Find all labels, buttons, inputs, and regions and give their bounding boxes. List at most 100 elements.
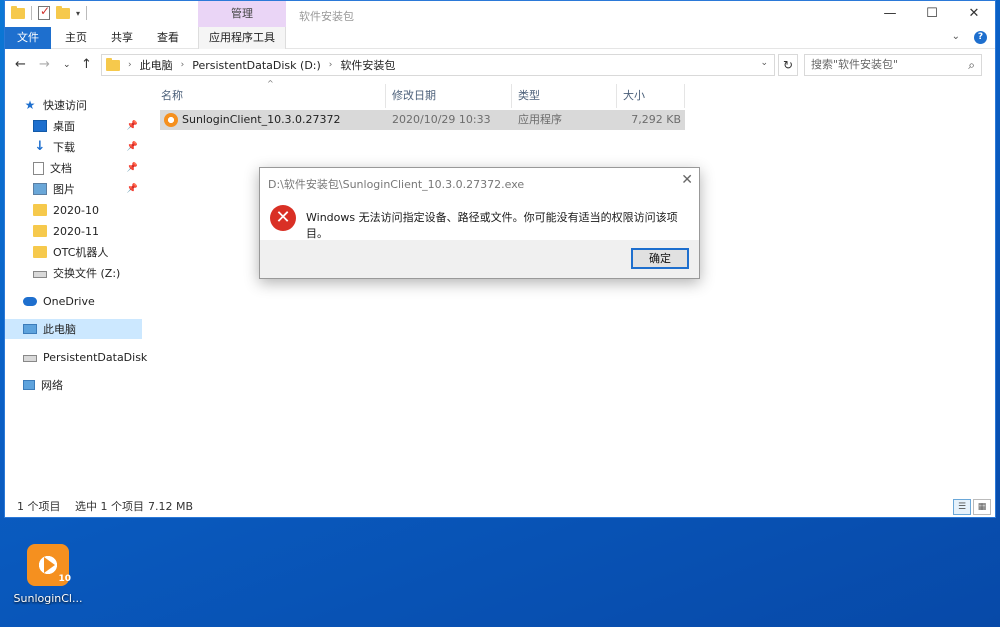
nav-label: 此电脑 [43,323,76,336]
minimize-button[interactable]: — [869,1,911,27]
address-dropdown-icon[interactable]: ⌄ [760,58,768,68]
column-header-type[interactable]: 类型 [512,84,617,108]
error-icon: ✕ [270,205,296,231]
tab-file[interactable]: 文件 [5,27,51,49]
pin-icon: 📌 [126,163,138,173]
chevron-right-icon: › [128,60,132,70]
tab-application-tools[interactable]: 应用程序工具 [198,27,286,49]
pictures-icon [33,183,47,195]
help-icon[interactable]: ? [974,31,987,44]
customize-toolbar-icon[interactable]: ▾ [76,9,80,18]
folder-icon[interactable] [11,5,25,19]
folder-icon [33,246,47,258]
status-selected: 选中 1 个项目 [75,500,144,513]
nav-item-otc-robot[interactable]: OTC机器人 [5,242,142,262]
ribbon-tabs: 文件 主页 共享 查看 应用程序工具 ⌄ ? [5,27,995,49]
desktop-icon [33,120,47,132]
document-icon [33,161,44,175]
chevron-right-icon: › [328,60,333,70]
forward-arrow-icon[interactable]: → [39,57,50,72]
tab-share[interactable]: 共享 [101,27,143,49]
nav-item-desktop[interactable]: 桌面 📌 [5,116,142,136]
properties-icon[interactable] [38,4,50,20]
address-row: ← → ⌄ ↑ › 此电脑 › PersistentDataDisk (D:) … [5,53,995,79]
nav-onedrive[interactable]: OneDrive [5,291,142,311]
nav-item-downloads[interactable]: ↓ 下载 📌 [5,137,142,157]
close-button[interactable]: ✕ [953,1,995,27]
ok-button[interactable]: 确定 [631,248,689,269]
dialog-footer: 确定 [260,240,699,278]
folder-icon [33,204,47,216]
sunlogin-file-icon [164,113,178,127]
view-toggle: ☰ ▦ [953,499,991,515]
window-controls: — ☐ ✕ [869,1,995,27]
nav-label: OTC机器人 [53,246,109,259]
toolbar-separator [31,6,32,20]
address-bar[interactable]: › 此电脑 › PersistentDataDisk (D:) › 软件安装包 … [101,54,775,76]
download-icon: ↓ [34,139,46,154]
new-folder-icon[interactable] [56,5,70,19]
file-date: 2020/10/29 10:33 [392,113,491,126]
expand-ribbon-icon[interactable]: ⌄ [952,31,960,44]
folder-icon [33,225,47,237]
search-placeholder: 搜索"软件安装包" [811,58,899,71]
breadcrumb-folder[interactable]: 软件安装包 [340,57,395,73]
details-view-icon[interactable]: ☰ [953,499,971,515]
breadcrumb-this-pc[interactable]: 此电脑 [140,57,173,73]
nav-quick-access[interactable]: ★ 快速访问 [5,95,142,115]
table-row[interactable]: SunloginClient_10.3.0.27372 2020/10/29 1… [160,110,685,130]
computer-icon [23,324,37,334]
window-title: 软件安装包 [299,10,354,23]
nav-label: 快速访问 [43,99,87,112]
file-name: SunloginClient_10.3.0.27372 [182,113,341,126]
nav-item-documents[interactable]: 文档 📌 [5,158,142,178]
column-header-date[interactable]: 修改日期 [386,84,512,108]
file-list: ^ 名称 修改日期 类型 大小 SunloginClient_10.3.0.27… [155,79,985,489]
dialog-close-icon[interactable]: ✕ [681,172,693,188]
network-icon [23,380,35,390]
drive-icon [23,355,37,362]
refresh-button[interactable]: ↻ [778,54,798,76]
maximize-button[interactable]: ☐ [911,1,953,27]
nav-network[interactable]: 网络 [5,375,142,395]
nav-label: 网络 [41,379,63,392]
nav-label: 交换文件 (Z:) [53,267,121,280]
sunlogin-app-icon: 10 [27,544,71,586]
nav-item-2020-11[interactable]: 2020-11 [5,221,142,241]
toolbar-separator [86,6,88,20]
recent-locations-icon[interactable]: ⌄ [63,60,71,70]
status-size: 7.12 MB [148,500,194,513]
column-header-size[interactable]: 大小 [617,84,685,108]
up-arrow-icon[interactable]: ↑ [81,57,92,72]
nav-label: PersistentDataDisk [43,350,148,364]
back-arrow-icon[interactable]: ← [15,57,26,72]
error-dialog: D:\软件安装包\SunloginClient_10.3.0.27372.exe… [259,167,700,279]
quick-access-toolbar: ▾ [11,4,88,20]
desktop-icon-sunlogin[interactable]: 10 SunloginCl... [8,542,88,612]
status-item-count: 1 个项目 [17,500,61,513]
dialog-message: Windows 无法访问指定设备、路径或文件。你可能没有适当的权限访问该项目。 [306,211,678,240]
cloud-icon [23,296,37,306]
pin-icon: 📌 [126,184,138,194]
tab-home[interactable]: 主页 [55,27,97,49]
nav-item-pictures[interactable]: 图片 📌 [5,179,142,199]
search-icon[interactable]: ⌕ [968,55,975,75]
nav-this-pc[interactable]: 此电脑 [5,319,142,339]
title-bar: ▾ 管理 软件安装包 — ☐ ✕ [5,1,995,27]
folder-icon [106,57,120,71]
nav-data-disk[interactable]: PersistentDataDisk [5,347,147,367]
breadcrumb-drive[interactable]: PersistentDataDisk (D:) [192,59,321,72]
nav-item-exchange-drive[interactable]: 交换文件 (Z:) [5,263,142,283]
file-type: 应用程序 [518,113,562,126]
chevron-right-icon: › [180,60,185,70]
file-size: 7,292 KB [631,113,681,126]
navigation-pane: ★ 快速访问 桌面 📌 ↓ 下载 📌 文档 📌 图片 📌 2020-10 202… [5,91,147,491]
tab-view[interactable]: 查看 [147,27,189,49]
nav-label: 2020-11 [53,224,99,238]
nav-item-2020-10[interactable]: 2020-10 [5,200,142,220]
column-header-name[interactable]: 名称 [155,84,386,108]
large-icons-view-icon[interactable]: ▦ [973,499,991,515]
context-tab-manage: 管理 [198,1,286,27]
network-drive-icon [33,271,47,278]
search-input[interactable]: 搜索"软件安装包" ⌕ [804,54,982,76]
